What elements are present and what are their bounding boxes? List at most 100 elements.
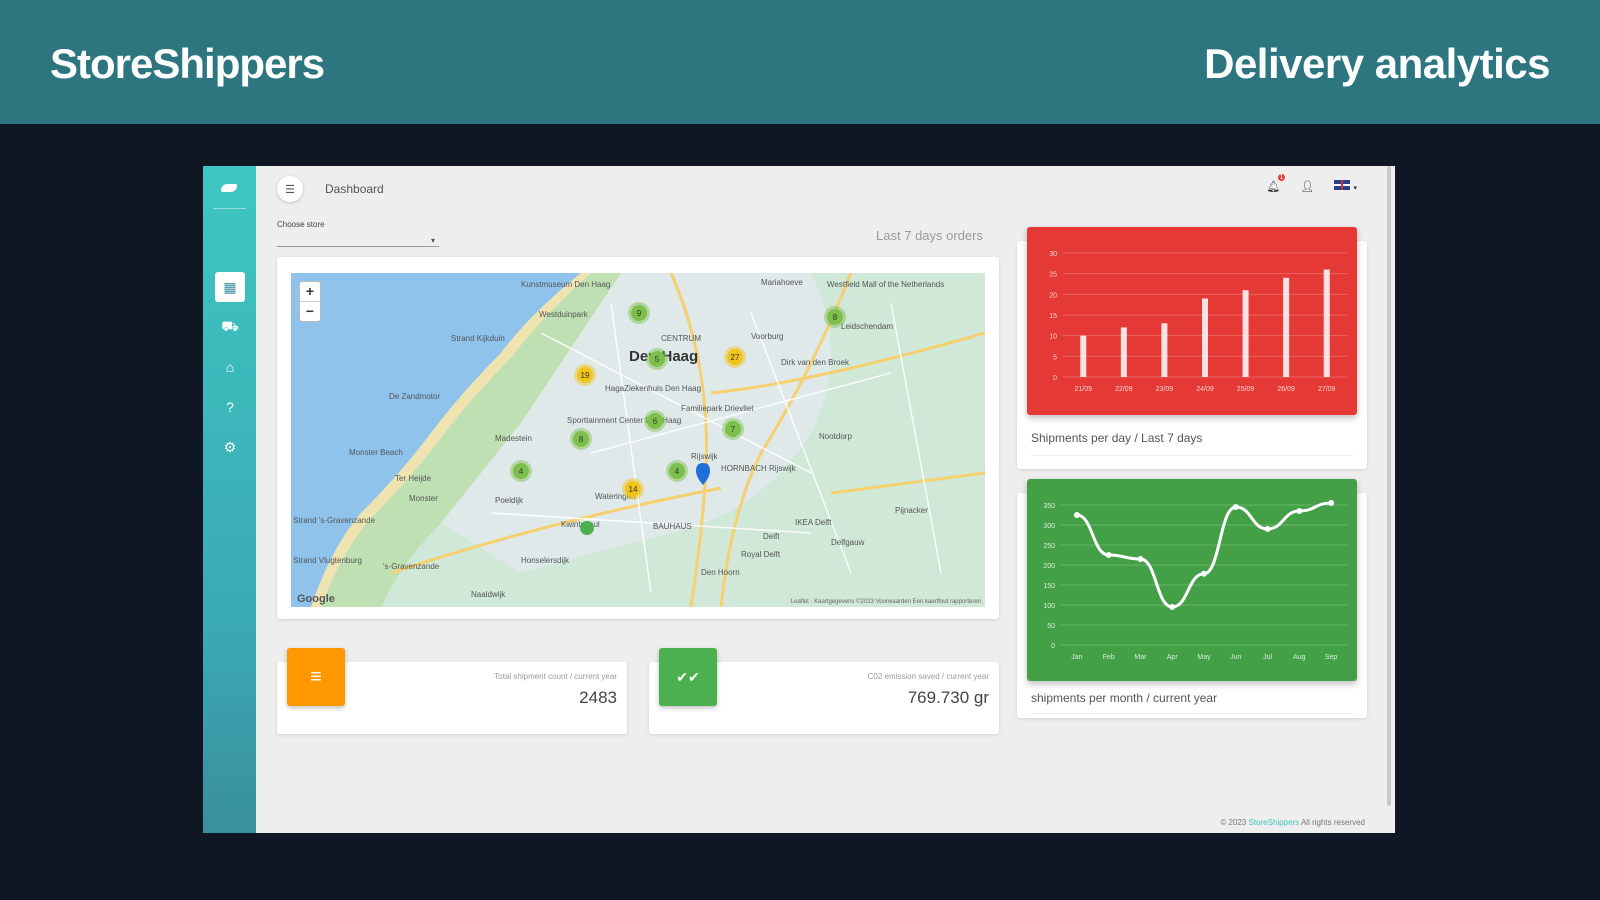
data-point[interactable]	[1296, 508, 1303, 514]
x-tick-label: Mar	[1134, 654, 1147, 661]
bar[interactable]	[1202, 298, 1208, 377]
map-cluster-count: 14	[629, 485, 638, 494]
sidebar-item-help[interactable]: ?	[215, 392, 245, 422]
y-tick-label: 15	[1049, 313, 1057, 320]
data-point[interactable]	[1201, 570, 1207, 577]
shipment-count-card: ≡ Total shipment count / current year 24…	[277, 648, 627, 734]
map-place-label: Delft	[763, 532, 780, 541]
slide-title: Delivery analytics	[1204, 40, 1550, 87]
orders-map[interactable]: Kunstmuseum Den Haag Westfield Mall of th…	[291, 273, 985, 607]
menu-toggle-button[interactable]: ☰	[277, 176, 303, 202]
x-tick-label: Aug	[1293, 654, 1306, 661]
map-cluster-marker[interactable]: 19	[574, 364, 596, 386]
sidebar-item-settings[interactable]: ⚙	[215, 432, 245, 462]
data-point[interactable]	[1264, 526, 1271, 532]
zoom-out-button[interactable]: −	[300, 302, 320, 321]
sidebar-item-shipments[interactable]: ⛟	[215, 312, 245, 342]
map-cluster-marker[interactable]: 27	[724, 346, 746, 368]
map-cluster-marker[interactable]: 4	[666, 460, 688, 482]
stat-value: 769.730 gr	[907, 688, 989, 707]
bar[interactable]	[1242, 290, 1249, 377]
data-point[interactable]	[1328, 500, 1335, 506]
map-attribution-text[interactable]: Kaartgegevens ©2023 Voorwaarden Een kaar…	[814, 599, 981, 605]
slide-banner: StoreShippers Delivery analytics	[0, 0, 1600, 124]
map-cluster-count: 4	[519, 467, 524, 476]
data-point[interactable]	[1105, 552, 1112, 558]
chart-divider	[1031, 713, 1353, 714]
zoom-in-button[interactable]: +	[300, 282, 320, 302]
footer-copyright: © 2023	[1220, 818, 1247, 827]
google-logo: Google	[297, 593, 335, 605]
map-marker-green[interactable]	[580, 521, 594, 535]
stat-value: 2483	[579, 688, 617, 707]
map-place-label: CENTRUM	[661, 334, 701, 343]
map-cluster-marker[interactable]: 9	[628, 302, 650, 324]
map-cluster-count: 6	[653, 417, 658, 426]
store-select[interactable]: ▾	[277, 232, 439, 247]
data-point[interactable]	[1137, 556, 1144, 562]
data-point[interactable]	[1169, 604, 1176, 610]
map-cluster-count: 9	[637, 309, 642, 318]
help-icon: ?	[226, 399, 234, 415]
chart-caption: shipments per month / current year	[1031, 691, 1218, 705]
x-tick-label: 24/09	[1196, 386, 1214, 393]
map-place-label: Westduinpark	[539, 310, 589, 319]
data-point[interactable]	[1232, 504, 1239, 510]
x-tick-label: May	[1197, 654, 1211, 661]
bar[interactable]	[1161, 323, 1168, 377]
map-place-label: Royal Delft	[741, 550, 781, 559]
user-icon[interactable]: 👤︎	[1300, 180, 1314, 193]
map-cluster-marker[interactable]: 8	[570, 428, 592, 450]
map-cluster-marker[interactable]: 5	[646, 348, 668, 370]
sidebar-item-stores[interactable]: ⌂	[215, 352, 245, 382]
bar[interactable]	[1080, 335, 1087, 377]
y-tick-label: 150	[1043, 583, 1055, 590]
map-place-label: Leidschendam	[841, 322, 893, 331]
shipments-per-month-card: 0 50 100 150 200 250 300 350 Jan Feb Mar Apr May Jun J…	[1017, 479, 1367, 718]
footer-link[interactable]: StoreShippers	[1248, 818, 1299, 827]
uk-flag-icon	[1334, 180, 1351, 190]
shipments-per-day-card: 0 5 10 15 20 25 30 21/09 22/09 23/09 24/09 25/09 26/…	[1017, 227, 1367, 469]
map-place-label: Strand Vlugtenburg	[293, 556, 362, 565]
y-tick-label: 50	[1047, 623, 1055, 630]
map-cluster-count: 5	[655, 355, 660, 364]
notifications-button[interactable]: 🔔︎ 1	[1266, 174, 1286, 193]
caret-down-icon: ▾	[430, 236, 435, 245]
bar[interactable]	[1283, 277, 1290, 377]
map-cluster-marker[interactable]: 7	[722, 418, 744, 440]
sidebar-item-dashboard[interactable]: ▦	[215, 272, 245, 302]
menu-icon: ☰	[285, 183, 295, 196]
map-place-label: Monster Beach	[349, 448, 403, 457]
bar[interactable]	[1323, 269, 1330, 377]
map-place-label: Honselersdijk	[521, 556, 570, 565]
map-cluster-marker[interactable]: 4	[510, 460, 532, 482]
map-cluster-marker[interactable]: 14	[622, 478, 644, 500]
map-place-label: Pijnacker	[895, 506, 928, 515]
leaflet-link[interactable]: Leaflet	[791, 599, 809, 605]
map-canvas[interactable]: Kunstmuseum Den Haag Westfield Mall of th…	[291, 273, 985, 607]
bell-icon: 🔔︎	[1266, 181, 1281, 193]
map-cluster-marker[interactable]: 8	[824, 306, 846, 328]
map-place-label: Ter Heijde	[395, 474, 432, 483]
map-place-label: Madestein	[495, 434, 532, 443]
y-tick-label: 20	[1049, 292, 1057, 299]
x-tick-label: Jul	[1263, 654, 1272, 661]
dashboard-icon: ▦	[223, 278, 237, 295]
y-tick-label: 5	[1053, 354, 1057, 361]
page-scrollbar[interactable]	[1387, 166, 1391, 806]
sidebar: ▦ ⛟ ⌂? ⚙	[203, 166, 256, 833]
x-tick-label: Jun	[1230, 654, 1241, 661]
y-tick-label: 250	[1043, 543, 1055, 550]
map-place-label: IKEA Delft	[795, 518, 832, 527]
bar-chart: 0 5 10 15 20 25 30 21/09 22/09 23/09 24/09 25/09 26/…	[1049, 251, 1347, 393]
language-selector[interactable]: ▾	[1334, 180, 1357, 193]
y-tick-label: 25	[1049, 272, 1057, 279]
y-tick-label: 30	[1049, 251, 1057, 258]
data-point[interactable]	[1073, 512, 1080, 518]
app-window: ▦ ⛟ ⌂? ⚙ ☰ Dashboard 🔔︎ 1 👤︎ ▾ Choose store…	[203, 166, 1395, 833]
x-tick-label: 26/09	[1277, 386, 1295, 393]
x-tick-label: Feb	[1103, 654, 1115, 661]
map-place-label: 's-Gravenzande	[383, 562, 440, 571]
map-cluster-marker[interactable]: 6	[644, 410, 666, 432]
bar[interactable]	[1120, 327, 1127, 377]
